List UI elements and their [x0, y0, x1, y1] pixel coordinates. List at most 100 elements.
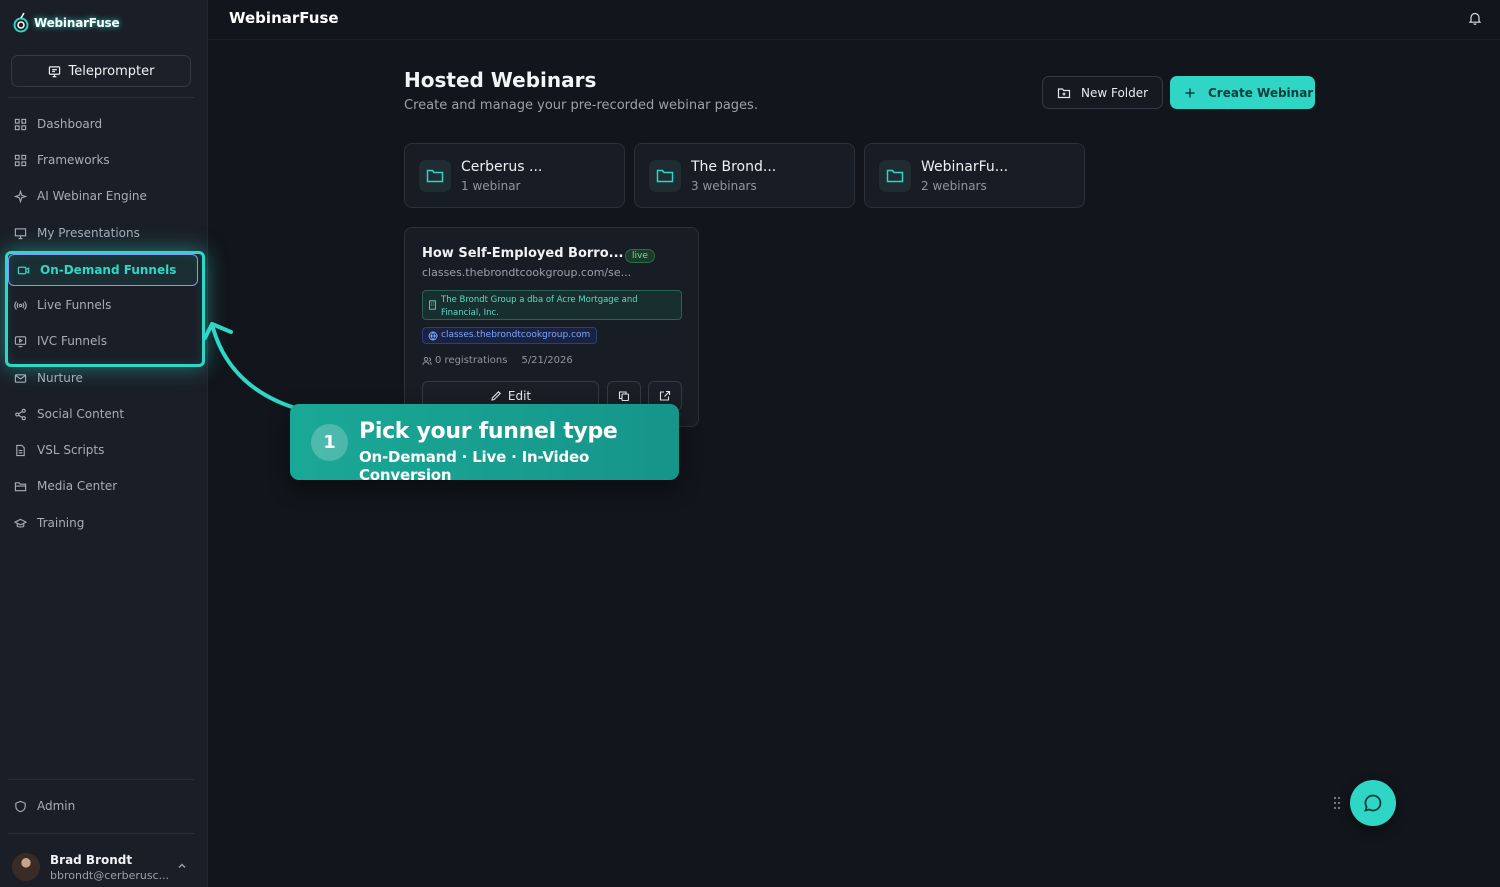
sidebar-item-ai-webinar-engine[interactable]: AI Webinar Engine: [8, 181, 200, 211]
sidebar-item-label: My Presentations: [37, 226, 140, 240]
page-title: Hosted Webinars: [404, 68, 597, 92]
company-name: The Brondt Group a dba of Acre Mortgage …: [441, 295, 638, 318]
sidebar-item-training[interactable]: Training: [8, 508, 200, 538]
sidebar-item-label: Admin: [37, 799, 76, 813]
chat-button[interactable]: [1350, 780, 1396, 826]
shield-icon: [15, 800, 26, 812]
building-icon: [429, 300, 436, 310]
sidebar-item-label: IVC Funnels: [37, 334, 107, 348]
folder-icon: [879, 160, 911, 192]
sidebar-item-frameworks[interactable]: Frameworks: [8, 145, 200, 175]
sidebar-item-ivc-funnels[interactable]: IVC Funnels: [8, 326, 200, 356]
divider: [8, 779, 194, 780]
new-folder-button[interactable]: New Folder: [1042, 76, 1163, 109]
video-icon: [17, 266, 30, 274]
domain-tag[interactable]: classes.thebrondtcookgroup.com: [422, 327, 598, 344]
new-folder-label: New Folder: [1081, 85, 1149, 100]
folder-name: The Brond...: [691, 159, 777, 175]
screen-play-icon: [14, 335, 27, 347]
edit-label: Edit: [507, 389, 532, 403]
sidebar-item-label: On-Demand Funnels: [40, 263, 177, 277]
callout-subtitle: On-Demand · Live · In-Video Conversion: [359, 448, 590, 484]
grid-icon: [14, 154, 27, 166]
webinar-url: classes.thebrondtcookgroup.com/se...: [422, 266, 632, 279]
sidebar-item-my-presentations[interactable]: My Presentations: [8, 218, 200, 248]
sidebar-item-label: Media Center: [37, 479, 118, 493]
external-link-icon: [659, 390, 671, 401]
bell-icon[interactable]: [1468, 11, 1482, 25]
chat-bubble-icon: [1364, 794, 1382, 812]
onboarding-callout: 1 Pick your funnel type On-Demand · Live…: [290, 404, 679, 484]
callout-title: Pick your funnel type: [359, 419, 618, 444]
webinar-card[interactable]: How Self-Employed Borro... live classes.…: [404, 227, 699, 427]
create-webinar-label: Create Webinar: [1208, 85, 1314, 100]
logo-text: WebinarFuse: [34, 16, 120, 30]
sparkle-icon: [14, 189, 27, 203]
drag-handle-icon[interactable]: [1332, 796, 1342, 810]
plus-icon: [1185, 88, 1195, 97]
sidebar-item-admin[interactable]: Admin: [8, 791, 200, 821]
create-webinar-button[interactable]: Create Webinar: [1170, 76, 1315, 109]
sidebar-item-dashboard[interactable]: Dashboard: [8, 109, 200, 139]
sidebar-item-label: Frameworks: [37, 153, 110, 167]
sidebar-item-vsl-scripts[interactable]: VSL Scripts: [8, 435, 200, 465]
teleprompter-label: Teleprompter: [68, 63, 155, 79]
folder-name: Cerberus ...: [461, 159, 543, 175]
mail-icon: [14, 373, 27, 383]
webinar-meta: 0 registrations 5/21/2026: [422, 355, 573, 366]
copy-icon: [618, 391, 630, 402]
avatar: [12, 853, 40, 881]
chevron-up-icon: [178, 863, 186, 868]
pencil-icon: [491, 391, 501, 401]
folder-card[interactable]: WebinarFu... 2 webinars: [864, 143, 1085, 208]
top-bar: WebinarFuse: [209, 0, 1500, 40]
sidebar-item-label: Live Funnels: [37, 298, 112, 312]
users-icon: [422, 356, 432, 365]
sidebar-item-label: Social Content: [37, 407, 125, 421]
folder-icon: [419, 160, 451, 192]
sidebar-item-label: Dashboard: [37, 117, 103, 131]
sidebar: WebinarFuse Teleprompter Dashboard Frame…: [0, 0, 208, 887]
graduation-cap-icon: [14, 518, 27, 528]
presentation-icon: [14, 227, 27, 239]
folder-name: WebinarFu...: [921, 159, 1009, 175]
teleprompter-button[interactable]: Teleprompter: [11, 55, 191, 87]
status-badge: live: [625, 249, 655, 263]
sidebar-item-social-content[interactable]: Social Content: [8, 399, 200, 429]
share-icon: [15, 408, 26, 420]
globe-icon: [428, 331, 438, 341]
sidebar-item-media-center[interactable]: Media Center: [8, 471, 200, 501]
sidebar-item-label: VSL Scripts: [37, 443, 105, 457]
app-title: WebinarFuse: [229, 9, 339, 27]
webinar-title[interactable]: How Self-Employed Borro...: [422, 246, 623, 261]
folder-count: 1 webinar: [461, 179, 521, 193]
user-menu[interactable]: Brad Brondt bbrondt@cerberusc...: [12, 850, 192, 884]
folder-count: 2 webinars: [921, 179, 987, 193]
sidebar-item-live-funnels[interactable]: Live Funnels: [8, 290, 200, 320]
domain-text: classes.thebrondtcookgroup.com: [441, 330, 591, 340]
step-number: 1: [311, 424, 348, 461]
registrations: 0 registrations: [422, 355, 507, 366]
sidebar-item-label: Training: [37, 516, 85, 530]
monitor-icon: [48, 65, 60, 77]
sidebar-item-label: AI Webinar Engine: [37, 189, 147, 203]
sidebar-item-nurture[interactable]: Nurture: [8, 363, 200, 393]
sidebar-item-label: Nurture: [37, 371, 83, 385]
user-email: bbrondt@cerberusc...: [50, 868, 170, 882]
logo[interactable]: WebinarFuse: [12, 12, 120, 34]
sidebar-item-on-demand-funnels[interactable]: On-Demand Funnels: [8, 254, 198, 286]
page-subtitle: Create and manage your pre-recorded webi…: [404, 98, 758, 113]
folder-card[interactable]: The Brond... 3 webinars: [634, 143, 855, 208]
folder-plus-icon: [1057, 87, 1071, 98]
logo-icon: [13, 12, 29, 33]
grid-icon: [14, 118, 27, 130]
registrations-text: 0 registrations: [435, 355, 508, 366]
document-icon: [16, 444, 25, 456]
callout-arrow: [203, 322, 297, 410]
folder-open-icon: [14, 481, 27, 491]
divider: [8, 833, 194, 834]
company-tag: The Brondt Group a dba of Acre Mortgage …: [422, 290, 682, 320]
folder-card[interactable]: Cerberus ... 1 webinar: [404, 143, 625, 208]
broadcast-icon: [14, 300, 27, 310]
folder-icon: [649, 160, 681, 192]
